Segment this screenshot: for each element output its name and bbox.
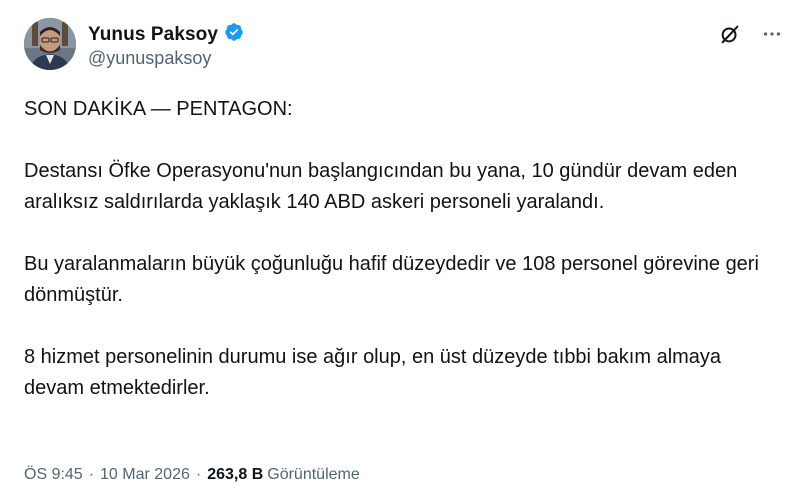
tweet-paragraph: Destansı Öfke Operasyonu'nun başlangıcın… [24,160,738,213]
display-name[interactable]: Yunus Paksoy [88,24,218,46]
tweet-date[interactable]: 10 Mar 2026 [100,466,190,484]
tweet-time[interactable]: ÖS 9:45 [24,466,83,484]
views-label: Görüntüleme [267,466,360,483]
more-icon[interactable] [758,20,786,48]
tweet-paragraph-headline: SON DAKİKA — PENTAGON: [24,98,293,120]
tweet-paragraph: 8 hizmet personelinin durumu ise ağır ol… [24,346,722,399]
views-count[interactable]: 263,8 B [207,466,263,484]
tweet-meta: ÖS 9:45 · 10 Mar 2026 · 263,8 B Görüntül… [24,466,360,484]
tweet-actions [716,20,786,48]
meta-separator: · [88,466,95,483]
avatar-image [24,18,76,70]
tweet-paragraph: Bu yaralanmaların büyük çoğunluğu hafif … [24,253,759,306]
tweet-header: Yunus Paksoy @yunuspaksoy [24,16,786,76]
meta-separator: · [195,466,202,483]
author-name-line: Yunus Paksoy [88,22,244,47]
avatar[interactable] [24,18,76,70]
author-handle[interactable]: @yunuspaksoy [88,48,211,69]
grok-icon[interactable] [716,20,744,48]
verified-badge-icon [224,22,244,47]
tweet-text: SON DAKİKA — PENTAGON: Destansı Öfke Ope… [24,94,784,404]
